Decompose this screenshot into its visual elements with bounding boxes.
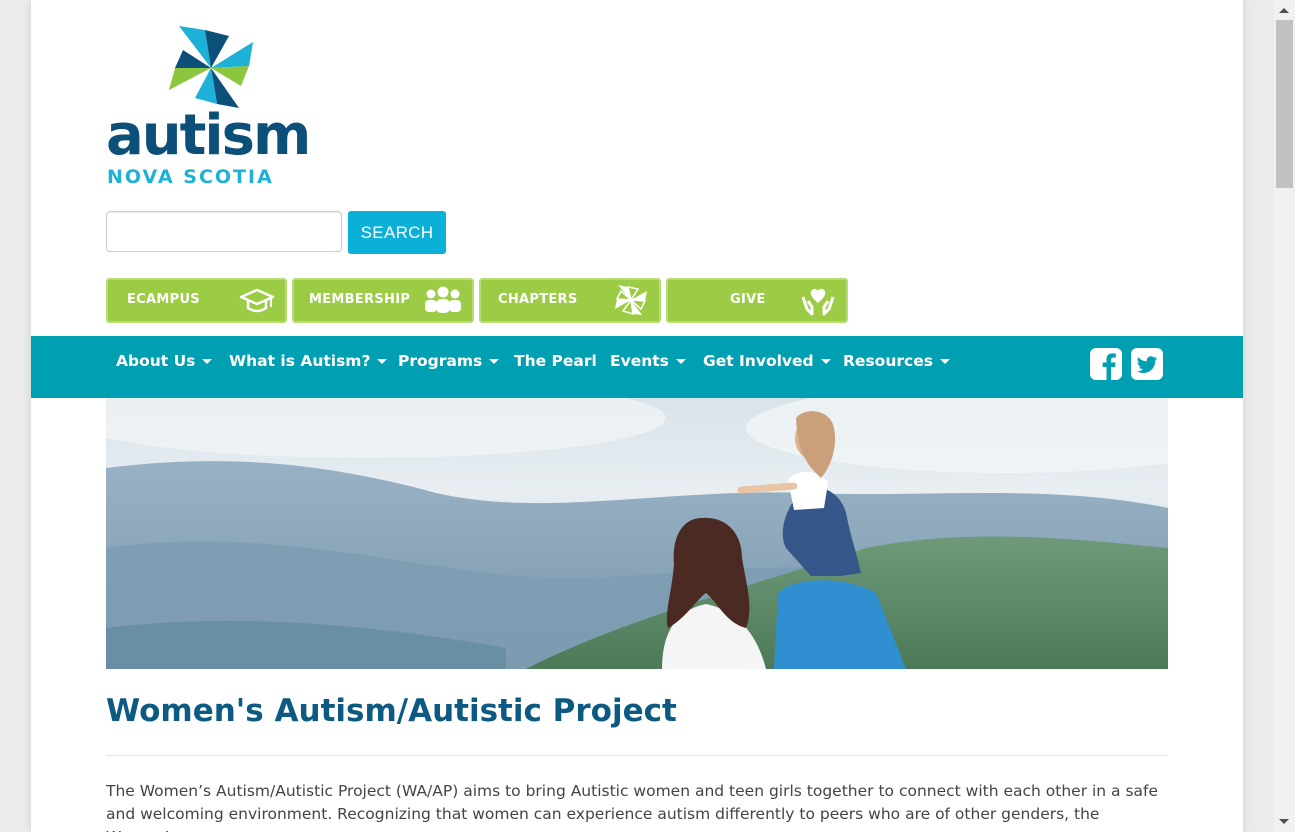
nav-about-us-label: About Us [116, 352, 196, 370]
graduation-cap-icon [239, 288, 275, 313]
people-group-icon [425, 286, 461, 313]
nav-about-us[interactable]: About Us [116, 350, 213, 372]
nav-programs[interactable]: Programs [398, 350, 500, 372]
caret-down-icon [675, 359, 686, 364]
nav-get-involved-label: Get Involved [703, 352, 814, 370]
title-divider [106, 755, 1168, 756]
ecampus-button[interactable]: ECAMPUS [106, 278, 287, 323]
give-button[interactable]: GIVE [666, 278, 848, 323]
site-logo[interactable]: autism NOVA SCOTIA [106, 24, 316, 189]
search-input[interactable] [106, 211, 342, 252]
nav-the-pearl-label: The Pearl [514, 352, 597, 370]
membership-button[interactable]: MEMBERSHIP [292, 278, 474, 323]
main-navbar: About Us What is Autism? Programs The Pe… [31, 336, 1243, 398]
nav-events-label: Events [610, 352, 669, 370]
heart-in-hands-icon [801, 288, 835, 316]
logo-subtitle: NOVA SCOTIA [107, 166, 274, 188]
intro-paragraph: The Women’s Autism/Autistic Project (WA/… [106, 782, 1159, 832]
chapters-label: CHAPTERS [498, 292, 578, 307]
page-title: Women's Autism/Autistic Project [106, 693, 677, 729]
scroll-down-arrow-icon[interactable] [1279, 819, 1289, 824]
hero-photo-illustration [106, 398, 1168, 669]
page: autism NOVA SCOTIA SEARCH ECAMPUS MEMBER… [31, 0, 1243, 832]
scrollbar-thumb[interactable] [1276, 20, 1293, 188]
vertical-scrollbar[interactable] [1274, 0, 1295, 832]
nav-resources[interactable]: Resources [843, 350, 950, 372]
nav-what-is-autism[interactable]: What is Autism? [229, 350, 388, 372]
membership-label: MEMBERSHIP [309, 292, 411, 307]
chapters-button[interactable]: CHAPTERS [479, 278, 661, 323]
caret-down-icon [489, 359, 500, 364]
pinwheel-logo-icon [169, 26, 253, 108]
nav-programs-label: Programs [398, 352, 483, 370]
nav-the-pearl[interactable]: The Pearl [514, 350, 597, 372]
nav-resources-label: Resources [843, 352, 933, 370]
search-button[interactable]: SEARCH [348, 211, 446, 254]
twitter-icon[interactable] [1131, 348, 1163, 380]
caret-down-icon [377, 359, 388, 364]
scroll-up-arrow-icon[interactable] [1279, 8, 1289, 13]
logo-wordmark: autism [106, 103, 311, 168]
give-label: GIVE [730, 292, 766, 307]
nav-get-involved[interactable]: Get Involved [703, 350, 831, 372]
hero-image [106, 398, 1168, 669]
ecampus-label: ECAMPUS [127, 292, 200, 307]
caret-down-icon [939, 359, 950, 364]
nav-what-is-autism-label: What is Autism? [229, 352, 371, 370]
caret-down-icon [820, 359, 831, 364]
pinwheel-icon [615, 285, 647, 316]
facebook-icon[interactable] [1090, 348, 1122, 380]
caret-down-icon [202, 359, 213, 364]
nav-events[interactable]: Events [610, 350, 686, 372]
